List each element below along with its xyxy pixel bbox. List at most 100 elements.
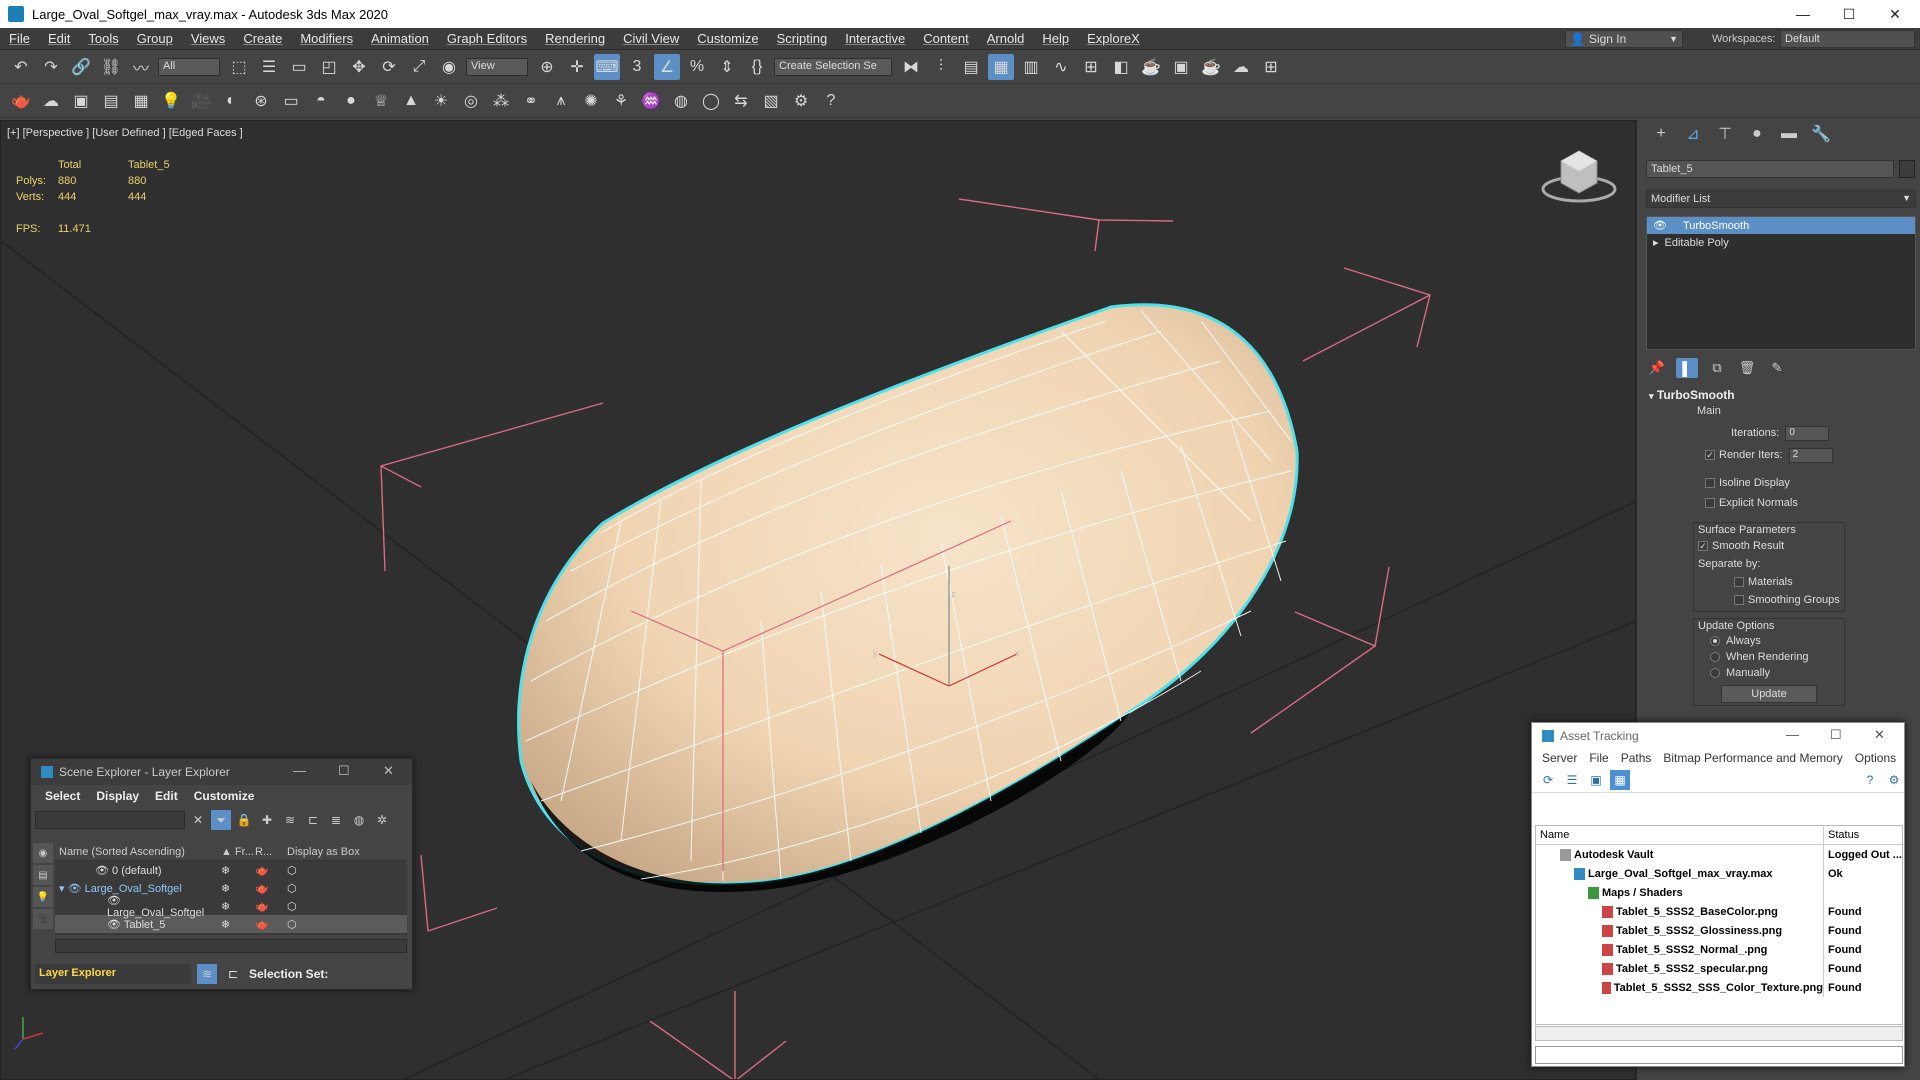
maximize-icon[interactable]: ☐ xyxy=(338,763,350,779)
menu-scripting[interactable]: Scripting xyxy=(768,31,837,46)
render-production-icon[interactable]: ☕ xyxy=(1198,54,1224,80)
curve-editor-icon[interactable]: ∿ xyxy=(1048,54,1074,80)
menu-rendering[interactable]: Rendering xyxy=(536,31,614,46)
make-unique-icon[interactable]: ⧉ xyxy=(1706,358,1728,378)
freeze-icon[interactable]: ❄ xyxy=(221,882,255,895)
select-object-icon[interactable]: ⬚ xyxy=(226,54,252,80)
mesh-light-icon[interactable]: ♕ xyxy=(368,88,394,114)
table-row[interactable]: 👁 Tablet_5 ❄ 🫖 ⬡ xyxy=(55,915,407,933)
proxy-icon[interactable]: ⁂ xyxy=(488,88,514,114)
undo-icon[interactable]: ↶ xyxy=(8,54,34,80)
menu-edit[interactable]: Edit xyxy=(39,31,79,46)
hair-icon[interactable]: ♒ xyxy=(638,88,664,114)
hierarchy-toggle-icon[interactable]: ⊏ xyxy=(223,964,243,984)
freeze-icon[interactable]: ❄ xyxy=(221,900,255,913)
asset-tracking-titlebar[interactable]: Asset Tracking xyxy=(1532,723,1904,749)
display-objects-icon[interactable]: ◉ xyxy=(33,843,53,863)
selection-filter-dropdown[interactable]: All xyxy=(158,57,220,76)
table-row[interactable]: Tablet_5_SSS2_BaseColor.png Found xyxy=(1536,902,1902,921)
col-name[interactable]: Name xyxy=(1536,826,1824,844)
display-layers-icon[interactable]: ▤ xyxy=(33,865,53,885)
maximize-icon[interactable]: ☐ xyxy=(1830,727,1842,743)
modifier-list-dropdown[interactable]: Modifier List ▼ xyxy=(1646,190,1916,208)
col-render[interactable]: R... xyxy=(255,846,287,858)
fur-icon[interactable]: ⩚ xyxy=(548,88,574,114)
render-settings-icon[interactable]: ▤ xyxy=(98,88,124,114)
link-icon[interactable]: 🔗 xyxy=(68,54,94,80)
keyboard-shortcut-override-icon[interactable]: ⌨ xyxy=(594,53,620,80)
scene-converter-icon[interactable]: ⇆ xyxy=(728,88,754,114)
search-input[interactable] xyxy=(35,811,185,829)
table-row[interactable]: 👁 0 (default) ❄ 🫖 ⬡ xyxy=(55,861,407,879)
refresh-icon[interactable]: ⟳ xyxy=(1538,770,1558,790)
rotate-icon[interactable]: ⟳ xyxy=(376,54,402,80)
add-to-layer-icon[interactable]: ≋ xyxy=(280,810,300,830)
table-row[interactable]: Tablet_5_SSS2_Glossiness.png Found xyxy=(1536,921,1902,940)
render-in-cloud-icon[interactable]: ☁ xyxy=(1228,54,1254,80)
sun-icon[interactable]: ☀ xyxy=(428,88,454,114)
menu-views[interactable]: Views xyxy=(182,31,234,46)
pivot-center-icon[interactable]: ⊕ xyxy=(534,54,560,80)
col-status[interactable]: Status xyxy=(1824,829,1859,841)
align-icon[interactable]: ⫶ xyxy=(928,54,954,80)
table-row[interactable]: Autodesk Vault Logged Out ... xyxy=(1536,845,1902,864)
lock-icon[interactable]: 🔒 xyxy=(234,810,254,830)
update-button[interactable]: Update xyxy=(1721,685,1817,703)
menu-group[interactable]: Group xyxy=(128,31,182,46)
list-view-icon[interactable]: ☰ xyxy=(1562,770,1582,790)
configure-modifier-sets-icon[interactable]: ✎ xyxy=(1766,358,1788,378)
render-iters-spinner[interactable]: 2 xyxy=(1788,447,1833,463)
box-icon[interactable]: ⬡ xyxy=(287,900,297,913)
menu-graph-editors[interactable]: Graph Editors xyxy=(438,31,536,46)
stack-item-editable-poly[interactable]: ▸ Editable Poly xyxy=(1647,234,1915,251)
always-radio[interactable] xyxy=(1710,636,1720,646)
create-tab-icon[interactable]: + xyxy=(1647,123,1675,145)
settings-icon[interactable]: ⚙ xyxy=(1884,770,1904,790)
menu-content[interactable]: Content xyxy=(914,31,978,46)
bind-space-warp-icon[interactable]: 〰 xyxy=(128,54,154,80)
filter-icon[interactable]: ⏷ xyxy=(211,810,231,830)
snap-toggle-icon[interactable]: 3 xyxy=(624,54,650,80)
sign-in-dropdown[interactable]: 👤 Sign In ▼ xyxy=(1565,30,1683,48)
show-end-result-icon[interactable]: ▌ xyxy=(1676,358,1698,378)
freeze-icon[interactable]: ❄ xyxy=(221,864,255,877)
menu-interactive[interactable]: Interactive xyxy=(836,31,914,46)
at-menu-paths[interactable]: Paths xyxy=(1615,749,1658,767)
minimize-button[interactable]: — xyxy=(1780,0,1826,28)
isoline-checkbox[interactable] xyxy=(1705,478,1715,488)
object-color-swatch[interactable] xyxy=(1899,160,1915,178)
spinner-snap-icon[interactable]: ⇕ xyxy=(714,54,740,80)
menu-animation[interactable]: Animation xyxy=(362,31,438,46)
mirror-icon[interactable]: ⧓ xyxy=(898,54,924,80)
rect-selection-icon[interactable]: ▭ xyxy=(286,54,312,80)
box-icon[interactable]: ⬡ xyxy=(287,864,297,877)
at-menu-bitmap[interactable]: Bitmap Performance and Memory xyxy=(1657,749,1848,767)
reference-coord-dropdown[interactable]: View xyxy=(466,57,528,76)
menu-modifiers[interactable]: Modifiers xyxy=(291,31,362,46)
maximize-button[interactable]: ☐ xyxy=(1826,0,1872,28)
se-menu-display[interactable]: Display xyxy=(88,789,147,803)
render-elements-icon[interactable]: ▦ xyxy=(128,88,154,114)
smoothing-groups-checkbox[interactable] xyxy=(1734,595,1744,605)
teapot-icon[interactable]: 🫖 xyxy=(8,88,34,114)
menu-civil-view[interactable]: Civil View xyxy=(614,31,688,46)
table-row[interactable]: Tablet_5_SSS2_specular.png Found xyxy=(1536,959,1902,978)
horizontal-scrollbar[interactable] xyxy=(1535,1026,1903,1041)
menu-arnold[interactable]: Arnold xyxy=(978,31,1034,46)
light-lister-icon[interactable]: 💡 xyxy=(158,88,184,114)
schematic-view-icon[interactable]: ⊞ xyxy=(1078,54,1104,80)
scale-icon[interactable]: ⤢ xyxy=(406,54,432,80)
col-display-as-box[interactable]: Display as Box xyxy=(287,846,360,858)
tool-settings-icon[interactable]: ⚙ xyxy=(788,88,814,114)
utilities-tab-icon[interactable]: 🔧 xyxy=(1807,123,1835,145)
a360-gallery-icon[interactable]: ⊞ xyxy=(1258,54,1284,80)
at-menu-options[interactable]: Options xyxy=(1849,749,1902,767)
environment-fog-icon[interactable]: ✺ xyxy=(578,88,604,114)
displacement-icon[interactable]: ◍ xyxy=(668,88,694,114)
eye-icon[interactable]: 👁 xyxy=(1653,219,1667,232)
select-by-name-icon[interactable]: ☰ xyxy=(256,54,282,80)
menu-tools[interactable]: Tools xyxy=(79,31,127,46)
material-editor-icon[interactable]: ◧ xyxy=(1108,54,1134,80)
angle-snap-icon[interactable]: ∠ xyxy=(654,53,680,80)
menu-help[interactable]: Help xyxy=(1033,31,1078,46)
